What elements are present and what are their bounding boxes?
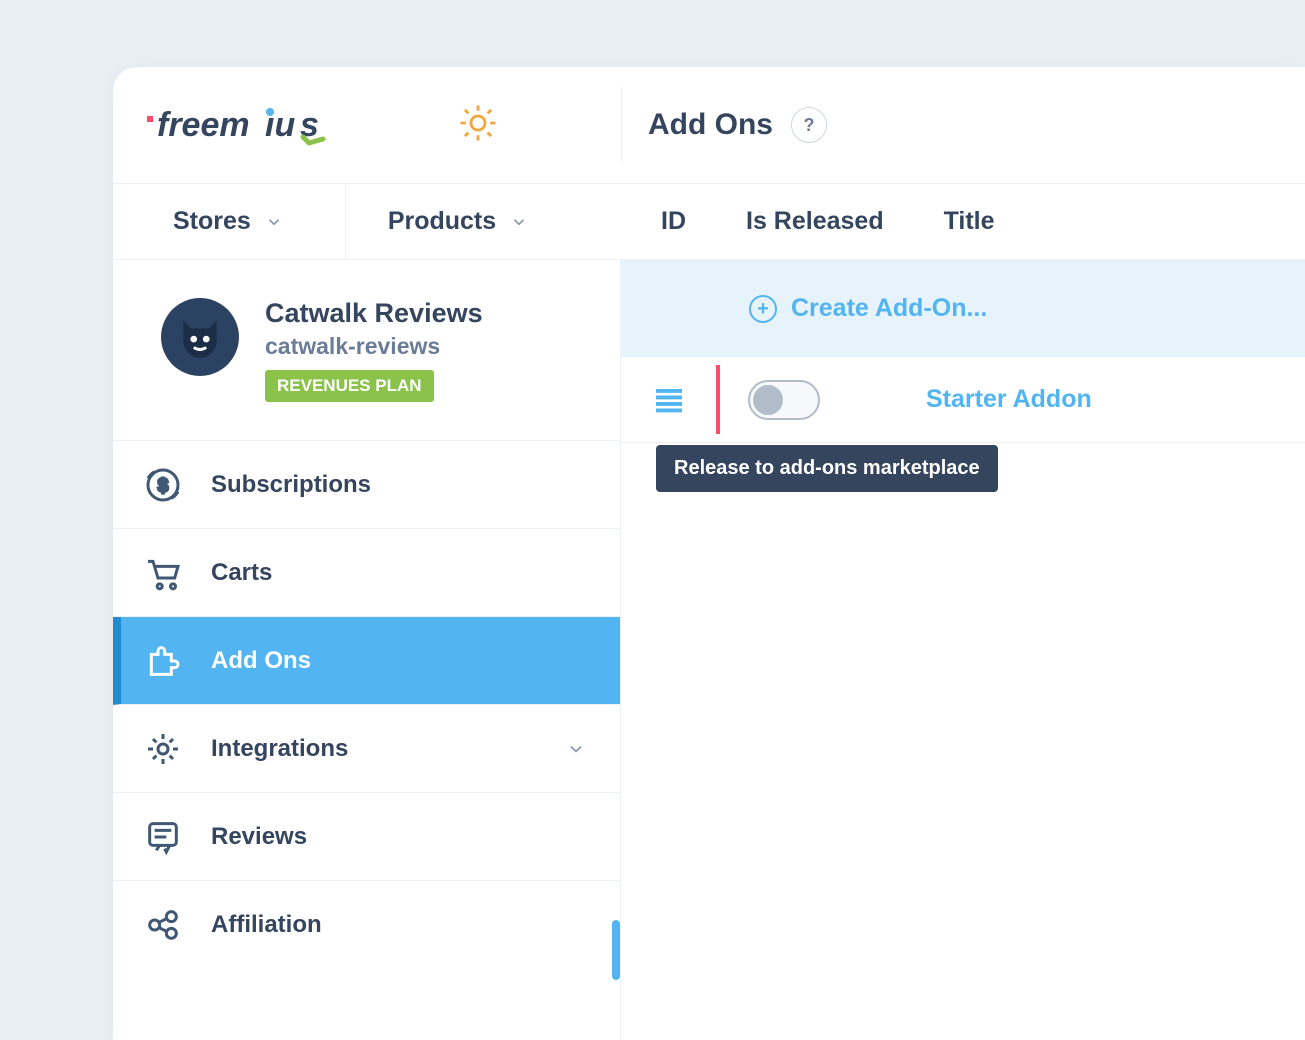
sidebar-item-carts[interactable]: Carts — [113, 529, 620, 617]
sidebar-item-addons[interactable]: Add Ons — [113, 617, 620, 705]
plus-circle-icon: + — [749, 295, 777, 323]
col-header-released: Is Released — [746, 207, 884, 236]
product-meta: Catwalk Reviews catwalk-reviews REVENUES… — [265, 298, 483, 402]
body: Catwalk Reviews catwalk-reviews REVENUES… — [113, 260, 1305, 1040]
chevron-down-icon — [566, 739, 586, 759]
drag-handle[interactable] — [621, 387, 716, 413]
sidebar: Catwalk Reviews catwalk-reviews REVENUES… — [113, 260, 621, 1040]
toggle-knob — [753, 385, 783, 415]
sidebar-item-label: Integrations — [211, 735, 348, 763]
create-addon-row[interactable]: + Create Add-On... — [621, 260, 1305, 357]
cart-icon — [143, 553, 183, 593]
sidebar-item-affiliation[interactable]: Affiliation — [113, 881, 620, 969]
stores-label: Stores — [173, 207, 251, 236]
svg-text:freem: freem — [157, 106, 250, 144]
affiliation-icon — [143, 905, 183, 945]
subnav: Stores Products ID Is Released Title — [113, 184, 1305, 260]
addon-title-link[interactable]: Starter Addon — [926, 385, 1092, 414]
product-slug: catwalk-reviews — [265, 333, 483, 360]
sidebar-item-label: Add Ons — [211, 647, 311, 675]
unreleased-indicator — [716, 365, 720, 434]
theme-toggle-sun-icon[interactable] — [457, 102, 499, 149]
help-icon: ? — [804, 115, 815, 136]
sidebar-item-label: Subscriptions — [211, 471, 371, 499]
svg-text:$: $ — [158, 474, 168, 495]
sidebar-item-reviews[interactable]: Reviews — [113, 793, 620, 881]
svg-text:ıu: ıu — [265, 106, 295, 144]
puzzle-icon — [143, 641, 183, 681]
col-header-id: ID — [661, 207, 686, 236]
sidebar-item-subscriptions[interactable]: $ Subscriptions — [113, 441, 620, 529]
sidebar-scrollbar-thumb[interactable] — [612, 920, 620, 980]
sidebar-item-label: Carts — [211, 559, 272, 587]
header-right: Add Ons ? — [621, 87, 1305, 163]
plan-badge: REVENUES PLAN — [265, 370, 434, 402]
product-card: Catwalk Reviews catwalk-reviews REVENUES… — [113, 260, 620, 441]
release-cell — [716, 380, 926, 420]
page-title: Add Ons — [648, 108, 773, 142]
sidebar-item-label: Reviews — [211, 823, 307, 851]
sidebar-nav: $ Subscriptions Carts Add Ons Integratio… — [113, 441, 620, 969]
subscriptions-icon: $ — [143, 465, 183, 505]
help-button[interactable]: ? — [791, 107, 827, 143]
reviews-icon — [143, 817, 183, 857]
gear-icon — [143, 729, 183, 769]
products-label: Products — [388, 207, 496, 236]
create-addon-label: Create Add-On... — [791, 294, 987, 323]
drag-lines-icon — [653, 387, 685, 413]
product-title: Catwalk Reviews — [265, 298, 483, 329]
content: + Create Add-On... — [621, 260, 1305, 1040]
addon-row: Starter Addon Release to add-ons marketp… — [621, 357, 1305, 443]
sidebar-item-integrations[interactable]: Integrations — [113, 705, 620, 793]
sidebar-item-label: Affiliation — [211, 911, 322, 939]
brand-logo[interactable]: freem ıu s — [147, 102, 327, 148]
chevron-down-icon — [510, 213, 528, 231]
table-header: ID Is Released Title — [621, 184, 1305, 259]
stores-dropdown[interactable]: Stores — [173, 184, 346, 259]
products-dropdown[interactable]: Products — [388, 184, 590, 259]
release-tooltip: Release to add-ons marketplace — [656, 445, 998, 492]
header-left: freem ıu s — [113, 67, 621, 183]
col-header-title: Title — [944, 207, 995, 236]
header: freem ıu s Add Ons ? — [113, 67, 1305, 184]
app-window: freem ıu s Add Ons ? — [113, 67, 1305, 1040]
chevron-down-icon — [265, 213, 283, 231]
tooltip-text: Release to add-ons marketplace — [674, 457, 980, 479]
product-avatar[interactable] — [161, 298, 239, 376]
subnav-left: Stores Products — [113, 184, 621, 259]
release-toggle[interactable] — [748, 380, 820, 420]
